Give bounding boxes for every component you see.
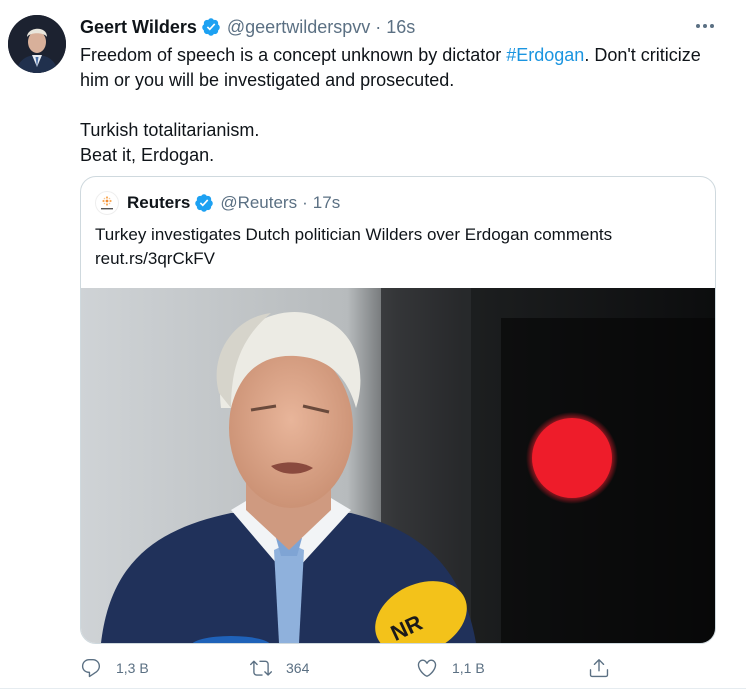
author-handle[interactable]: @geertwilderspvv: [227, 17, 370, 38]
quoted-tweet-photo[interactable]: NR: [81, 288, 715, 643]
retweet-button[interactable]: 364: [250, 656, 309, 680]
header-separator: ·: [375, 16, 382, 37]
quoted-link[interactable]: reut.rs/3qrCkFV: [95, 247, 701, 271]
tweet-paragraph-1: Freedom of speech is a concept unknown b…: [80, 43, 720, 93]
more-icon: [696, 24, 714, 28]
reply-count: 1,3 В: [116, 660, 149, 676]
verified-badge-icon: [202, 18, 220, 36]
author-avatar[interactable]: [8, 15, 66, 73]
reuters-logo: [95, 191, 119, 215]
share-icon: [589, 659, 609, 678]
quoted-tweet-header: Reuters @Reuters · 17s: [95, 191, 340, 215]
quoted-header-separator: ·: [302, 193, 308, 212]
tweet-header: Geert Wilders @geertwilderspvv · 16s: [80, 14, 415, 40]
photo-image: NR: [81, 288, 715, 643]
hashtag-link[interactable]: #Erdogan: [506, 45, 584, 65]
verified-badge-icon: [195, 194, 214, 212]
reuters-logo-graphic: [101, 196, 113, 210]
quoted-timestamp[interactable]: 17s: [313, 193, 340, 213]
quoted-tweet-text: Turkey investigates Dutch politician Wil…: [95, 223, 701, 271]
more-options-button[interactable]: [694, 16, 716, 36]
like-count: 1,1 В: [452, 660, 485, 676]
retweet-count: 364: [286, 660, 310, 676]
author-name[interactable]: Geert Wilders: [80, 17, 197, 38]
tweet-text-part: Freedom of speech is a concept unknown b…: [80, 45, 507, 65]
like-icon: [417, 659, 437, 677]
tweet-text: Freedom of speech is a concept unknown b…: [80, 43, 720, 168]
quoted-tweet[interactable]: Reuters @Reuters · 17s Turkey investigat…: [80, 176, 716, 644]
retweet-icon: [250, 660, 272, 676]
quoted-author-name[interactable]: Reuters: [127, 193, 190, 213]
tweet-paragraph-2: Turkish totalitarianism.: [80, 120, 260, 140]
like-button[interactable]: 1,1 В: [416, 656, 485, 680]
share-button[interactable]: [588, 656, 624, 680]
quoted-author-handle[interactable]: @Reuters: [220, 193, 297, 213]
tweet-actions: 1,3 В 364 1,1 В: [0, 648, 746, 688]
tweet-timestamp[interactable]: 16s: [386, 17, 415, 38]
avatar-image: [8, 15, 66, 73]
tweet-paragraph-3: Beat it, Erdogan.: [80, 145, 215, 165]
quoted-headline: Turkey investigates Dutch politician Wil…: [95, 225, 613, 244]
tweet-card[interactable]: Geert Wilders @geertwilderspvv · 16s Fre…: [0, 0, 746, 689]
reply-button[interactable]: 1,3 В: [80, 656, 149, 680]
reply-icon: [81, 659, 101, 678]
